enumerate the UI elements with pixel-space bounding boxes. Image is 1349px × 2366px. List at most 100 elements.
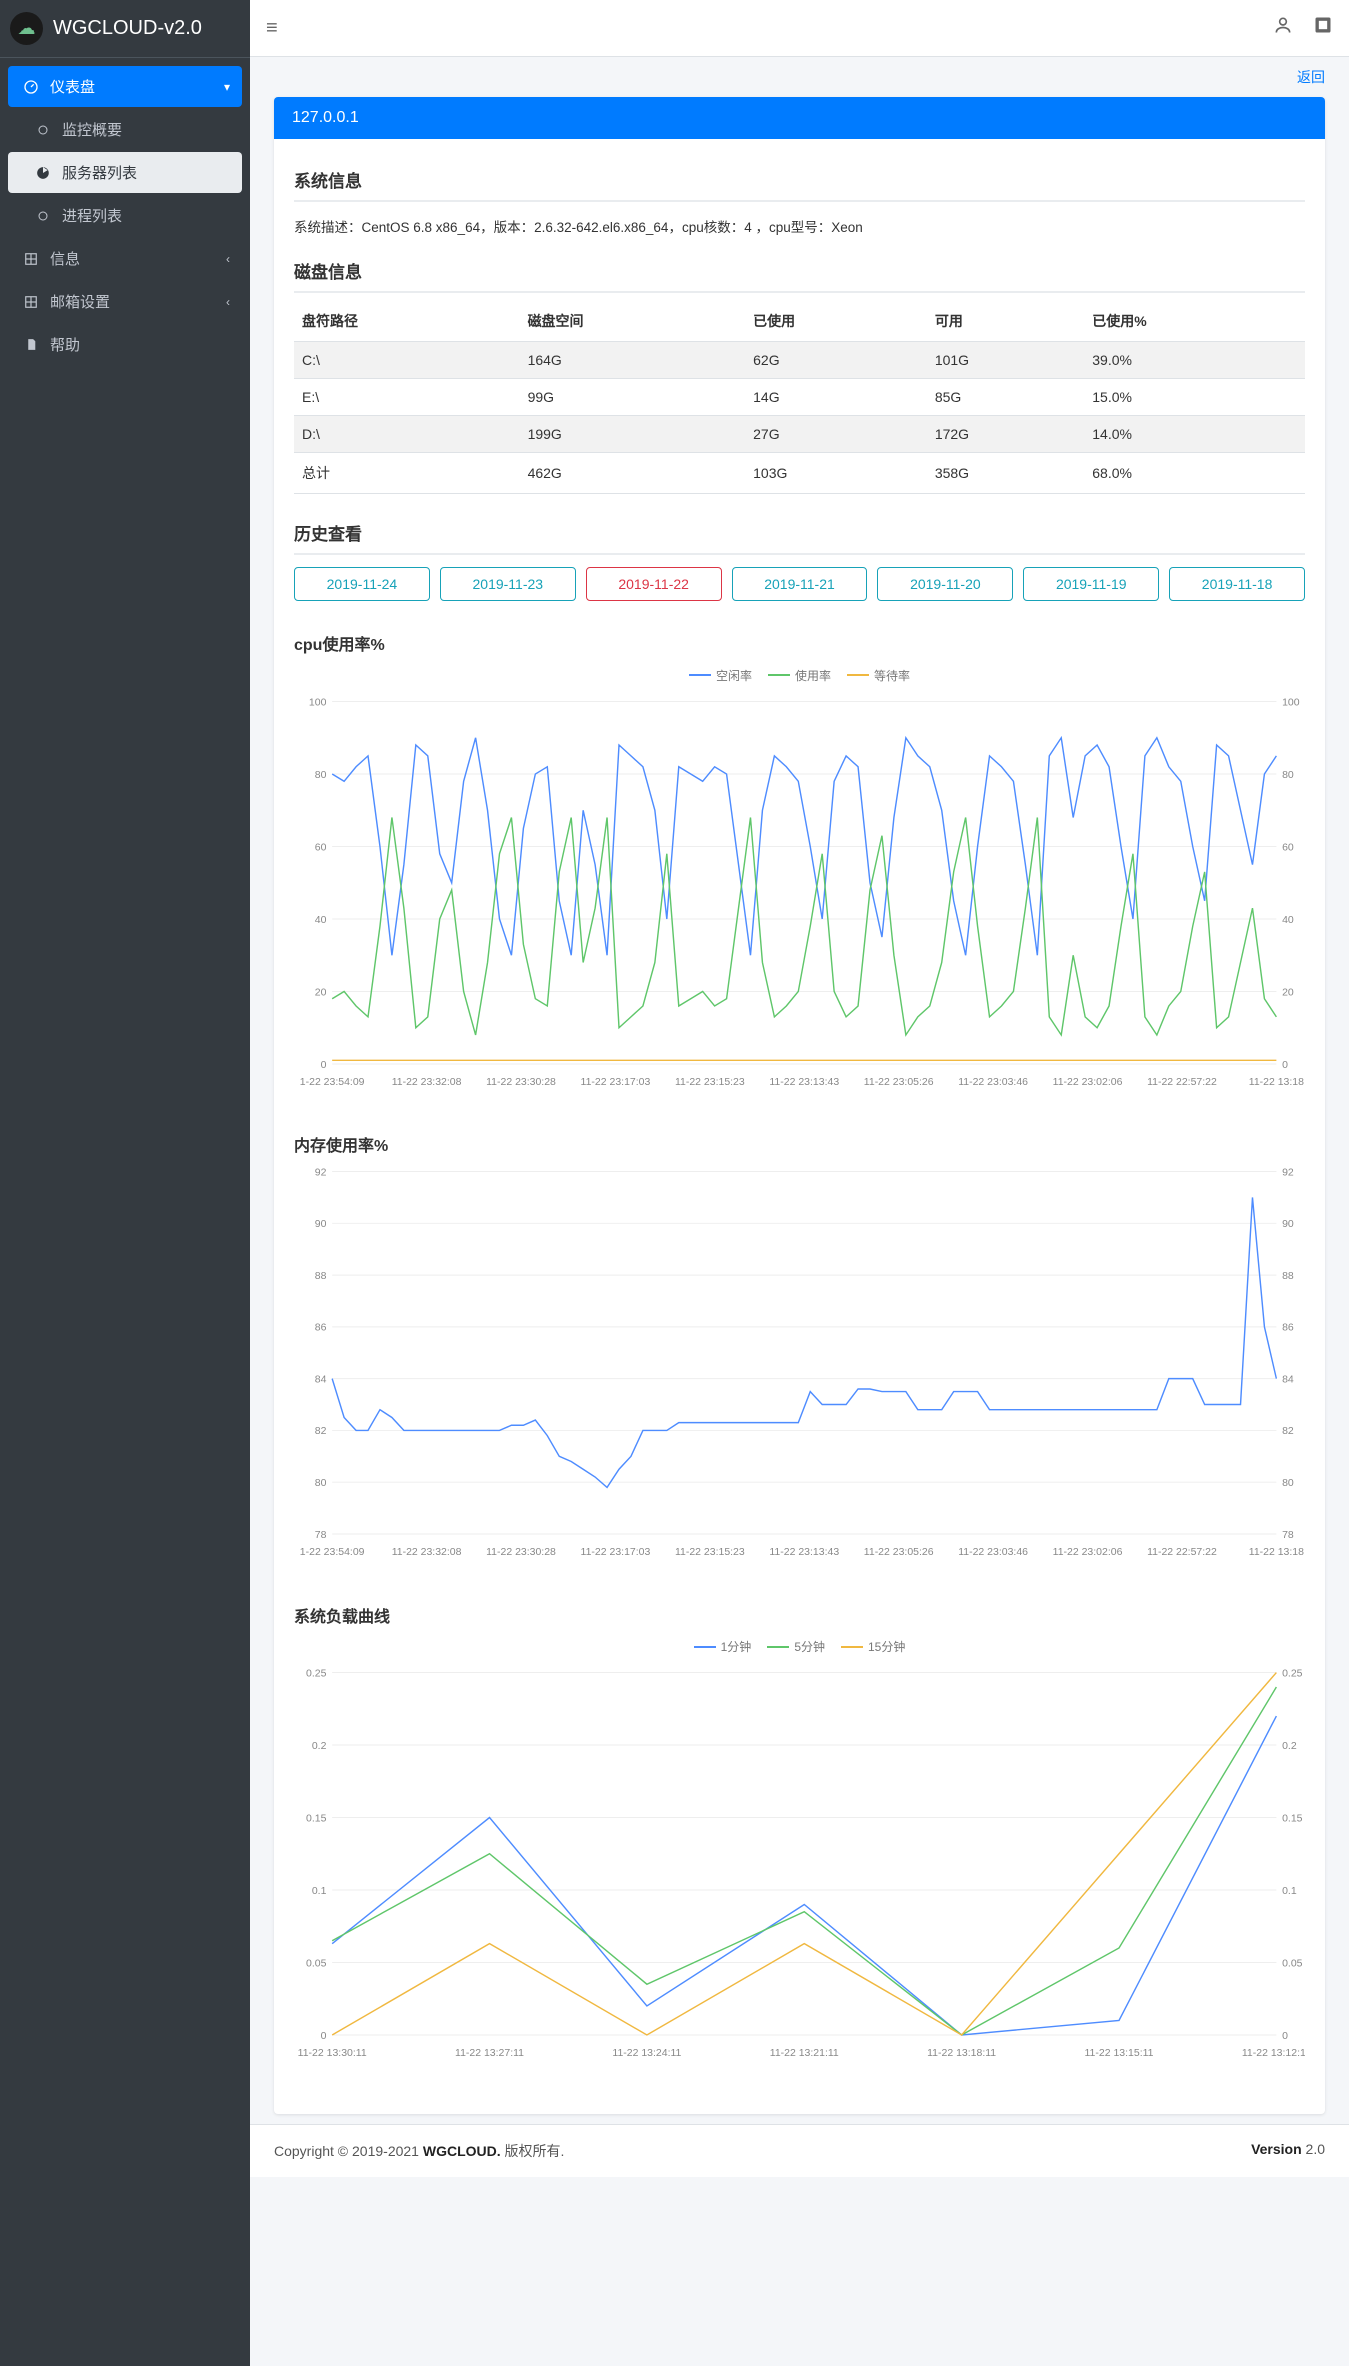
user-icon[interactable] (1273, 15, 1293, 41)
sysinfo-desc: 系统描述：CentOS 6.8 x86_64，版本：2.6.32-642.el6… (294, 210, 1305, 250)
svg-text:11-22 13:12:11: 11-22 13:12:11 (1242, 2048, 1305, 2059)
svg-text:92: 92 (1282, 1167, 1294, 1178)
chart-legend: 1分钟 5分钟 15分钟 (294, 1633, 1305, 1664)
svg-text:11-22 23:32:08: 11-22 23:32:08 (392, 1076, 462, 1087)
history-date-button[interactable]: 2019-11-24 (294, 567, 430, 601)
brand-text: WGCLOUD-v2.0 (53, 17, 202, 40)
nav-label: 信息 (50, 248, 80, 269)
svg-text:11-22 23:13:43: 11-22 23:13:43 (769, 1076, 839, 1087)
history-date-button[interactable]: 2019-11-22 (586, 567, 722, 601)
chart-mem: 787880808282848486868888909092921-22 23:… (294, 1162, 1305, 1563)
dashboard-icon (20, 79, 42, 95)
nav-item-邮箱设置[interactable]: 邮箱设置‹ (8, 281, 242, 322)
disk-col-header: 已使用 (745, 301, 927, 342)
svg-text:0: 0 (1282, 2031, 1288, 2042)
svg-text:0.15: 0.15 (1282, 1813, 1303, 1824)
history-date-button[interactable]: 2019-11-23 (440, 567, 576, 601)
nav-item-仪表盘[interactable]: 仪表盘 ▾ (8, 66, 242, 107)
legend-item[interactable]: 空闲率 (689, 667, 752, 684)
chart-title: cpu使用率% (294, 631, 1305, 661)
main-card: 127.0.0.1 系统信息 系统描述：CentOS 6.8 x86_64，版本… (274, 97, 1325, 2114)
svg-text:0.05: 0.05 (306, 1958, 327, 1969)
file-icon (20, 338, 42, 351)
legend-item[interactable]: 15分钟 (841, 1638, 905, 1655)
disk-col-header: 磁盘空间 (520, 301, 746, 342)
svg-text:11-22 13:18:11: 11-22 13:18:11 (927, 2048, 996, 2059)
history-date-button[interactable]: 2019-11-18 (1169, 567, 1305, 601)
svg-text:11-22 23:32:08: 11-22 23:32:08 (392, 1547, 462, 1558)
legend-item[interactable]: 1分钟 (694, 1638, 752, 1655)
svg-text:0.15: 0.15 (306, 1813, 327, 1824)
svg-text:90: 90 (315, 1219, 327, 1230)
svg-text:0.2: 0.2 (312, 1741, 327, 1752)
chevron-left-icon: ‹ (226, 252, 230, 266)
nav-item-监控概要[interactable]: 监控概要 (8, 109, 242, 150)
svg-text:11-22 23:17:03: 11-22 23:17:03 (581, 1076, 651, 1087)
svg-text:20: 20 (315, 987, 327, 998)
svg-text:11-22 23:03:46: 11-22 23:03:46 (958, 1547, 1028, 1558)
svg-text:1-22 23:54:09: 1-22 23:54:09 (300, 1076, 365, 1087)
chevron-down-icon: ▾ (224, 80, 230, 94)
svg-text:11-22 22:57:22: 11-22 22:57:22 (1147, 1076, 1217, 1087)
disk-title: 磁盘信息 (294, 250, 1305, 293)
svg-text:80: 80 (1282, 1478, 1294, 1489)
nav-item-信息[interactable]: 信息 ‹ (8, 238, 242, 279)
disk-col-header: 已使用% (1084, 301, 1305, 342)
disk-col-header: 可用 (927, 301, 1084, 342)
fullscreen-icon[interactable] (1313, 15, 1333, 41)
svg-text:20: 20 (1282, 987, 1294, 998)
legend-item[interactable]: 使用率 (768, 667, 831, 684)
nav-item-帮助[interactable]: 帮助 (8, 324, 242, 365)
nav: 仪表盘 ▾ 监控概要服务器列表进程列表信息 ‹ 邮箱设置‹ 帮助 (0, 58, 250, 375)
svg-text:11-22 23:05:26: 11-22 23:05:26 (864, 1076, 934, 1087)
svg-text:11-22 13:15:11: 11-22 13:15:11 (1085, 2048, 1154, 2059)
chart-legend: 空闲率使用率等待率 (294, 661, 1305, 692)
svg-text:11-22 13:30:11: 11-22 13:30:11 (298, 2048, 367, 2059)
chart-title: 系统负载曲线 (294, 1603, 1305, 1633)
svg-text:11-22 13:21:11: 11-22 13:21:11 (770, 2048, 839, 2059)
svg-text:0.2: 0.2 (1282, 1741, 1297, 1752)
grid-icon (20, 295, 42, 309)
nav-label: 帮助 (50, 334, 80, 355)
svg-text:11-22 22:57:22: 11-22 22:57:22 (1147, 1547, 1217, 1558)
svg-text:82: 82 (1282, 1426, 1294, 1437)
svg-text:84: 84 (1282, 1375, 1294, 1386)
svg-text:11-22 23:02:06: 11-22 23:02:06 (1053, 1076, 1123, 1087)
svg-text:11-22 13:24:11: 11-22 13:24:11 (612, 2048, 681, 2059)
disk-col-header: 盘符路径 (294, 301, 520, 342)
pie-icon (32, 166, 54, 180)
table-row: 总计462G103G358G68.0% (294, 453, 1305, 494)
table-row: E:\99G14G85G15.0% (294, 379, 1305, 416)
brand[interactable]: ☁ WGCLOUD-v2.0 (0, 0, 250, 58)
svg-text:60: 60 (315, 842, 327, 853)
nav-item-服务器列表[interactable]: 服务器列表 (8, 152, 242, 193)
chart-load: 000.050.050.10.10.150.150.20.20.250.2511… (294, 1663, 1305, 2064)
nav-item-进程列表[interactable]: 进程列表 (8, 195, 242, 236)
sysinfo-title: 系统信息 (294, 159, 1305, 202)
menu-toggle-icon[interactable]: ≡ (266, 17, 278, 40)
disk-table: 盘符路径磁盘空间已使用可用已使用% C:\164G62G101G39.0%E:\… (294, 301, 1305, 494)
legend-item[interactable]: 5分钟 (767, 1638, 825, 1655)
back-link[interactable]: 返回 (1297, 69, 1325, 85)
svg-text:86: 86 (315, 1323, 327, 1334)
chart-block-cpu: cpu使用率%空闲率使用率等待率002020404060608080100100… (294, 621, 1305, 1122)
svg-text:1-22 23:54:09: 1-22 23:54:09 (300, 1547, 365, 1558)
legend-item[interactable]: 等待率 (847, 667, 910, 684)
svg-text:78: 78 (315, 1530, 327, 1541)
footer: Copyright © 2019-2021 WGCLOUD. 版权所有. Ver… (250, 2124, 1349, 2177)
svg-text:11-22 23:05:26: 11-22 23:05:26 (864, 1547, 934, 1558)
nav-label: 仪表盘 (50, 76, 95, 97)
svg-text:84: 84 (315, 1375, 327, 1386)
svg-text:92: 92 (315, 1167, 327, 1178)
history-date-button[interactable]: 2019-11-19 (1023, 567, 1159, 601)
nav-label: 进程列表 (62, 205, 122, 226)
footer-left: Copyright © 2019-2021 WGCLOUD. 版权所有. (274, 2141, 564, 2161)
svg-text:0: 0 (1282, 1059, 1288, 1070)
history-date-button[interactable]: 2019-11-20 (877, 567, 1013, 601)
chart-block-load: 系统负载曲线1分钟5分钟15分钟000.050.050.10.10.150.15… (294, 1593, 1305, 2094)
svg-text:11-22 23:13:43: 11-22 23:13:43 (769, 1547, 839, 1558)
history-date-button[interactable]: 2019-11-21 (732, 567, 868, 601)
grid-icon (20, 252, 42, 266)
svg-text:80: 80 (315, 769, 327, 780)
card-header: 127.0.0.1 (274, 97, 1325, 139)
